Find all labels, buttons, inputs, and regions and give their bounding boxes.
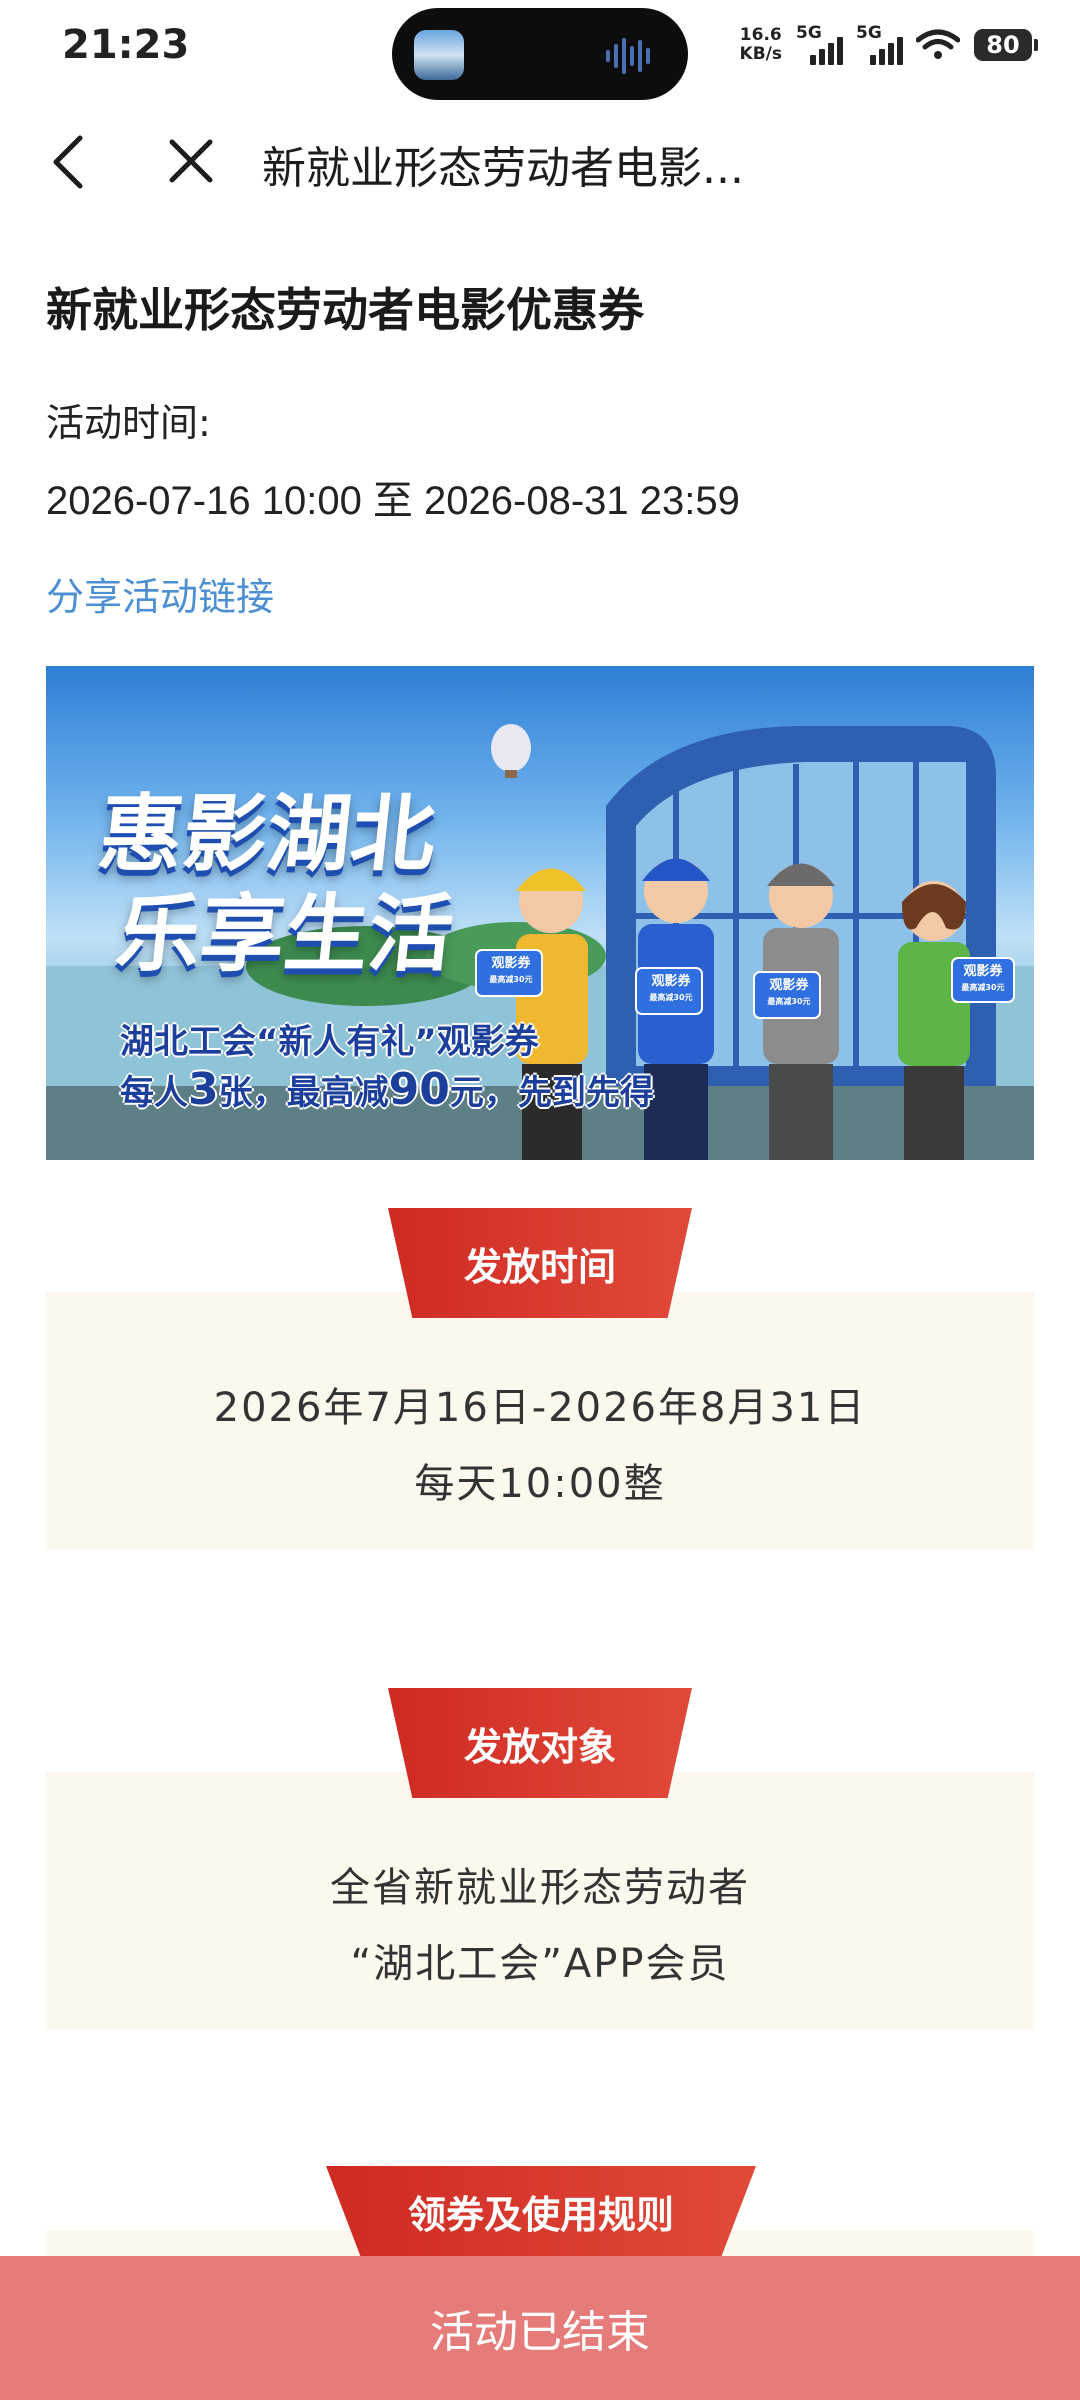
ticket-3-note: 最高减30元 — [767, 997, 811, 1006]
issue-target-line2: “湖北工会”APP会员 — [350, 1941, 730, 1987]
signal-tag: 5G — [796, 23, 822, 43]
ticket-2: 观影券 最高减30元 — [640, 974, 702, 1006]
banner-sub-line2: 每人3张，最高减90元，先到先得 — [120, 1066, 654, 1117]
issue-time-daily: 每天10:00整 — [414, 1461, 666, 1507]
chevron-left-icon — [53, 135, 83, 189]
ticket-3: 观影券 最高减30元 — [758, 978, 820, 1010]
wifi-icon — [916, 29, 960, 59]
banner-headline-line1: 惠影湖北 — [94, 785, 441, 883]
tab-label-issue-target: 发放对象 — [463, 1724, 616, 1769]
signal-icon: 5G — [796, 23, 843, 65]
promo-banner: 惠影湖北 乐享生活 观影券 最高减30元 观影券 最高减30元 观影券 最高减3… — [46, 666, 1034, 1160]
tab-label-rules: 领券及使用规则 — [407, 2192, 674, 2237]
banner-sub-line1: 湖北工会“新人有礼”观影券 — [120, 1022, 539, 1062]
status-bar: 21:23 16.6 KB/s 5G 5G 80 — [0, 0, 1080, 100]
network-speed-value: 16.6 — [739, 25, 782, 45]
issue-time-body: 2026年7月16日-2026年8月31日 每天10:00整 — [46, 1370, 1034, 1522]
activity-time-label: 活动时间: — [46, 401, 211, 445]
audio-wave-icon — [606, 38, 650, 74]
nav-bar: 新就业形态劳动者电影... — [0, 118, 1080, 208]
ticket-4-label: 观影券 — [963, 964, 1003, 979]
signal-tag-2: 5G — [856, 23, 882, 43]
ticket-4: 观影券 最高减30元 — [954, 964, 1012, 996]
issue-target-line1: 全省新就业形态劳动者 — [330, 1865, 750, 1911]
banner-sub-num2: 90 — [388, 1064, 450, 1115]
banner-headline-line2: 乐享生活 — [111, 885, 458, 983]
dynamic-island[interactable] — [392, 8, 688, 100]
section-issue-target: 全省新就业形态劳动者 “湖北工会”APP会员 — [46, 1772, 1034, 2030]
page-title: 新就业形态劳动者电影优惠券 — [46, 283, 644, 337]
status-time: 21:23 — [62, 22, 190, 68]
issue-target-body: 全省新就业形态劳动者 “湖北工会”APP会员 — [46, 1850, 1034, 2002]
ticket-1: 观影券 最高减30元 — [480, 956, 542, 988]
share-activity-link[interactable]: 分享活动链接 — [46, 566, 274, 621]
tab-label-issue-time: 发放时间 — [463, 1244, 616, 1289]
network-speed: 16.6 KB/s — [740, 26, 782, 64]
banner-sub-part-c: 元，先到先得 — [449, 1073, 654, 1113]
ticket-1-label: 观影券 — [491, 956, 531, 971]
section-tab-issue-time: 发放时间 — [388, 1208, 692, 1318]
network-speed-unit: KB/s — [739, 44, 782, 64]
status-indicators: 16.6 KB/s 5G 5G 80 — [740, 20, 1038, 70]
banner-sub-num1: 3 — [188, 1064, 219, 1115]
close-button[interactable] — [158, 126, 228, 196]
nav-title: 新就业形态劳动者电影... — [262, 143, 744, 194]
banner-sub-part-a: 每人 — [120, 1073, 188, 1113]
activity-time-range: 2026-07-16 10:00 至 2026-08-31 23:59 — [46, 479, 740, 523]
ticket-1-note: 最高减30元 — [489, 975, 533, 984]
activity-ended-button[interactable]: 活动已结束 — [0, 2256, 1080, 2400]
issue-time-dates: 2026年7月16日-2026年8月31日 — [213, 1385, 867, 1431]
ticket-3-label: 观影券 — [769, 978, 809, 993]
ticket-2-label: 观影券 — [651, 974, 691, 989]
section-issue-time: 2026年7月16日-2026年8月31日 每天10:00整 — [46, 1292, 1034, 1550]
banner-subtitle: 湖北工会“新人有礼”观影券 每人3张，最高减90元，先到先得 — [120, 1018, 654, 1117]
back-button[interactable] — [42, 126, 102, 196]
battery-level: 80 — [986, 31, 1020, 59]
signal-icon-2: 5G — [856, 23, 903, 65]
banner-headline: 惠影湖北 乐享生活 — [83, 784, 468, 984]
activity-ended-label: 活动已结束 — [430, 2307, 650, 2358]
battery-icon: 80 — [974, 29, 1038, 61]
ticket-2-note: 最高减30元 — [649, 993, 693, 1002]
close-icon — [169, 139, 213, 183]
section-tab-issue-target: 发放对象 — [388, 1688, 692, 1798]
ticket-4-note: 最高减30元 — [961, 983, 1005, 992]
media-thumbnail — [414, 30, 464, 80]
banner-sub-part-b: 张，最高减 — [218, 1073, 389, 1113]
